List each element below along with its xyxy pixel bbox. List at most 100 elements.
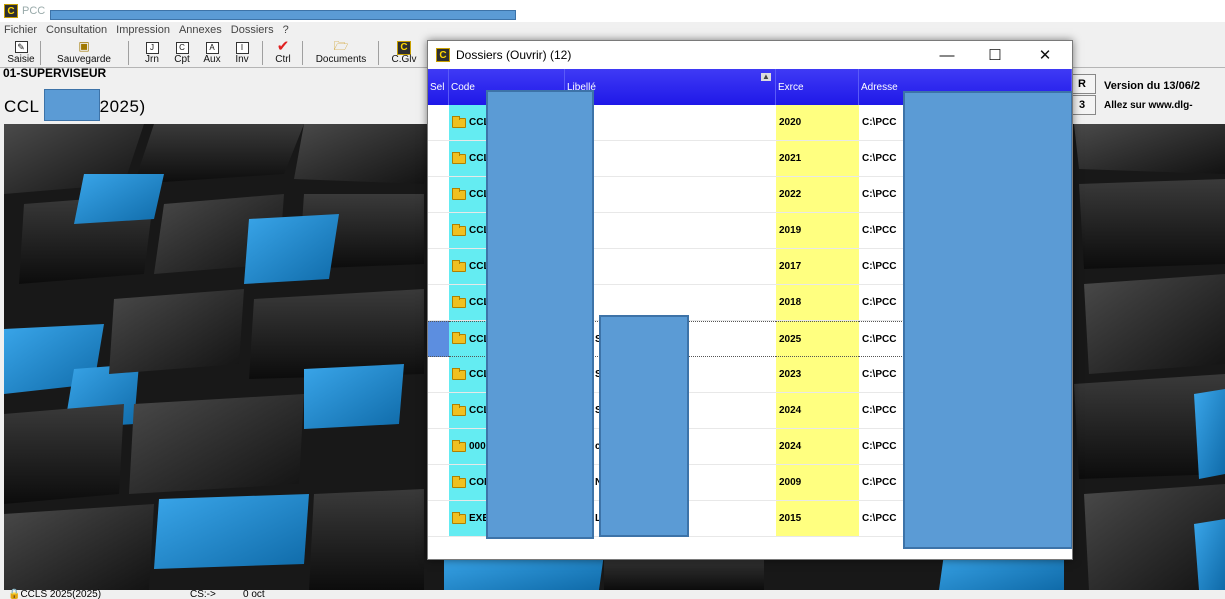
- folder-icon: [452, 259, 466, 272]
- save-disk-icon: ▣: [78, 39, 90, 53]
- documents-button[interactable]: 🗁 Documents: [308, 39, 374, 67]
- column-header-libelle[interactable]: Libellé ▲: [565, 69, 776, 105]
- exercice-cell[interactable]: 2022: [776, 177, 859, 213]
- redacted-adresse-column: [903, 91, 1072, 549]
- app-window: C PCC Fichier Consultation Impression An…: [0, 0, 1225, 599]
- maximize-button[interactable]: ☐: [972, 41, 1018, 69]
- exercice-cell[interactable]: 2017: [776, 249, 859, 285]
- account-icon: C: [175, 42, 189, 54]
- column-header-exercice[interactable]: Exrce: [776, 69, 859, 105]
- row-selector[interactable]: [428, 465, 449, 501]
- cpt-button[interactable]: C Cpt: [170, 39, 194, 67]
- title-bar: C PCC: [0, 0, 1225, 22]
- window-title: PCC: [22, 5, 46, 17]
- app-logo-icon: C: [4, 4, 18, 18]
- close-button[interactable]: ✕: [1022, 41, 1068, 69]
- column-header-sel[interactable]: Sel: [428, 69, 449, 105]
- menu-fichier[interactable]: Fichier: [4, 24, 37, 36]
- inv-button[interactable]: I Inv: [230, 39, 254, 67]
- aux-button[interactable]: A Aux: [200, 39, 224, 67]
- toolbar-separator: [128, 41, 129, 65]
- row-selector[interactable]: [428, 429, 449, 465]
- row-selector[interactable]: [428, 213, 449, 249]
- row-selector[interactable]: [428, 105, 449, 141]
- menu-annexes[interactable]: Annexes: [179, 24, 222, 36]
- exercice-cell[interactable]: 2024: [776, 429, 859, 465]
- exercice-cell[interactable]: 2023: [776, 357, 859, 393]
- minimize-button[interactable]: —: [924, 41, 970, 69]
- libelle-cell[interactable]: [565, 141, 776, 177]
- menu-help[interactable]: ?: [283, 24, 289, 36]
- cglv-button[interactable]: C C.Glv: [386, 39, 422, 67]
- exercice-cell[interactable]: 2019: [776, 213, 859, 249]
- status-cs: CS:->: [190, 589, 216, 599]
- status-oct: 0 oct: [243, 589, 265, 599]
- toolbar-separator: [302, 41, 303, 65]
- ctrl-button[interactable]: ✔ Ctrl: [268, 39, 298, 67]
- folder-icon: [452, 295, 466, 308]
- exercice-cell[interactable]: 2020: [776, 105, 859, 141]
- auxiliary-icon: A: [205, 42, 219, 54]
- row-selector[interactable]: [428, 285, 449, 321]
- version-label: Version du 13/06/2: [1104, 80, 1200, 92]
- libelle-cell[interactable]: [565, 213, 776, 249]
- jrn-button[interactable]: J Jrn: [140, 39, 164, 67]
- exercice-cell[interactable]: 2015: [776, 501, 859, 537]
- exercice-cell[interactable]: 2024: [776, 393, 859, 429]
- folder-icon: [452, 187, 466, 200]
- row-selector[interactable]: [428, 357, 449, 393]
- folder-open-icon: 🗁: [333, 39, 349, 53]
- sauvegarde-button[interactable]: ▣ Sauvegarde: [44, 39, 124, 67]
- folder-icon: [452, 115, 466, 128]
- libelle-cell[interactable]: [565, 105, 776, 141]
- folder-icon: [452, 475, 466, 488]
- row-selector[interactable]: [428, 321, 449, 357]
- menu-impression[interactable]: Impression: [116, 24, 170, 36]
- redacted-dossier-block: [44, 89, 100, 121]
- pencil-icon: ✎: [14, 39, 28, 54]
- folder-icon: [452, 332, 466, 344]
- cglv-app-icon: C: [397, 40, 411, 55]
- exercice-cell[interactable]: 2021: [776, 141, 859, 177]
- dialog-title: Dossiers (Ouvrir) (12): [456, 48, 572, 62]
- dialog-app-icon: C: [436, 48, 450, 62]
- toolbar-separator: [378, 41, 379, 65]
- saisie-button[interactable]: ✎ Saisie: [4, 39, 38, 67]
- website-link[interactable]: Allez sur www.dlg-: [1104, 100, 1193, 111]
- toolbar-separator: [40, 41, 41, 65]
- dialog-title-bar: C Dossiers (Ouvrir) (12) — ☐ ✕: [428, 41, 1072, 69]
- libelle-cell[interactable]: [565, 177, 776, 213]
- menu-dossiers[interactable]: Dossiers: [231, 24, 274, 36]
- exercice-cell[interactable]: 2018: [776, 285, 859, 321]
- row-selector[interactable]: [428, 249, 449, 285]
- row-selector[interactable]: [428, 177, 449, 213]
- folder-icon: [452, 151, 466, 164]
- redacted-title-block: [50, 10, 516, 20]
- redacted-libelle-block: [599, 315, 689, 537]
- lock-icon: 🔒: [8, 589, 21, 599]
- status-dossier: 🔒CCLS 2025(2025): [8, 589, 102, 599]
- redacted-code-column: [486, 90, 594, 539]
- libelle-cell[interactable]: [565, 249, 776, 285]
- toolbar-separator: [262, 41, 263, 65]
- checkmark-icon: ✔: [276, 38, 290, 55]
- current-user-label: 01-SUPERVISEUR: [3, 66, 107, 80]
- dossiers-open-dialog: C Dossiers (Ouvrir) (12) — ☐ ✕ Sel Code …: [427, 40, 1073, 560]
- folder-icon: [452, 511, 466, 524]
- exercice-cell[interactable]: 2009: [776, 465, 859, 501]
- menu-bar: Fichier Consultation Impression Annexes …: [0, 22, 1225, 38]
- menu-consultation[interactable]: Consultation: [46, 24, 107, 36]
- row-selector[interactable]: [428, 393, 449, 429]
- dossier-name-start: CCL: [4, 97, 40, 116]
- folder-icon: [452, 223, 466, 236]
- row-selector[interactable]: [428, 501, 449, 537]
- folder-icon: [452, 367, 466, 380]
- inventory-icon: I: [235, 42, 249, 54]
- folder-icon: [452, 439, 466, 452]
- status-bar: 🔒CCLS 2025(2025) CS:-> 0 oct: [0, 590, 1225, 599]
- row-selector[interactable]: [428, 141, 449, 177]
- sort-ascending-icon: ▲: [761, 72, 771, 81]
- exercice-cell[interactable]: 2025: [776, 321, 859, 357]
- journal-icon: J: [145, 42, 159, 54]
- folder-icon: [452, 403, 466, 416]
